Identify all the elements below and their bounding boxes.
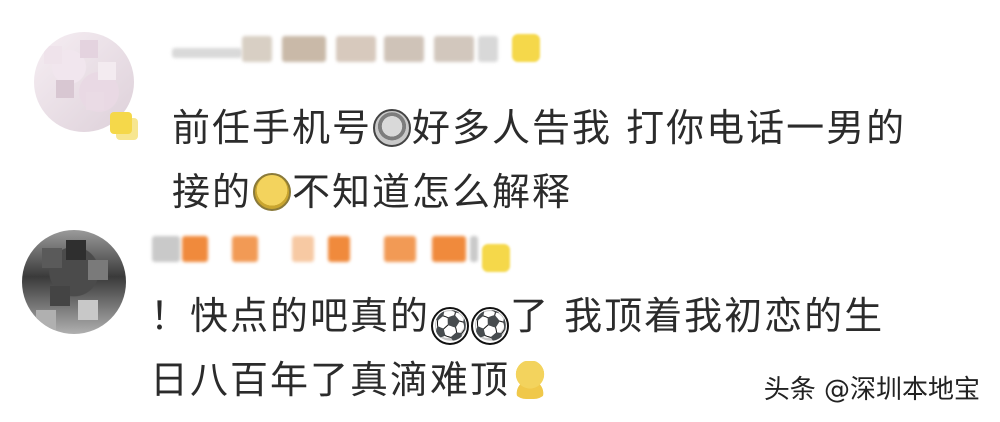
soccer-ball-icon: ⚽ [431,307,470,345]
sitting-figure-icon [511,361,550,399]
comment-item: ！快点的吧真的 ⚽ ⚽了 我顶着我初恋的生 日八百年了真滴难顶 头条 @深圳本地宝 [0,222,1000,422]
avatar[interactable] [22,230,126,334]
level-icon [482,244,510,272]
username-blurred[interactable] [152,230,510,272]
soccer-ball-icon: ⚽ [471,307,510,345]
username-blurred[interactable] [172,30,542,68]
crying-face-icon [253,173,292,211]
verified-badge-icon [110,112,132,134]
scared-face-icon [373,109,412,147]
level-icon [512,34,540,62]
watermark: 头条 @深圳本地宝 [763,375,980,405]
comment-item: 前任手机号 好多人告我 打你电话一男的 接的 不知道怎么解释 [0,0,1000,222]
comment-text: 前任手机号 好多人告我 打你电话一男的 接的 不知道怎么解释 [172,106,907,214]
